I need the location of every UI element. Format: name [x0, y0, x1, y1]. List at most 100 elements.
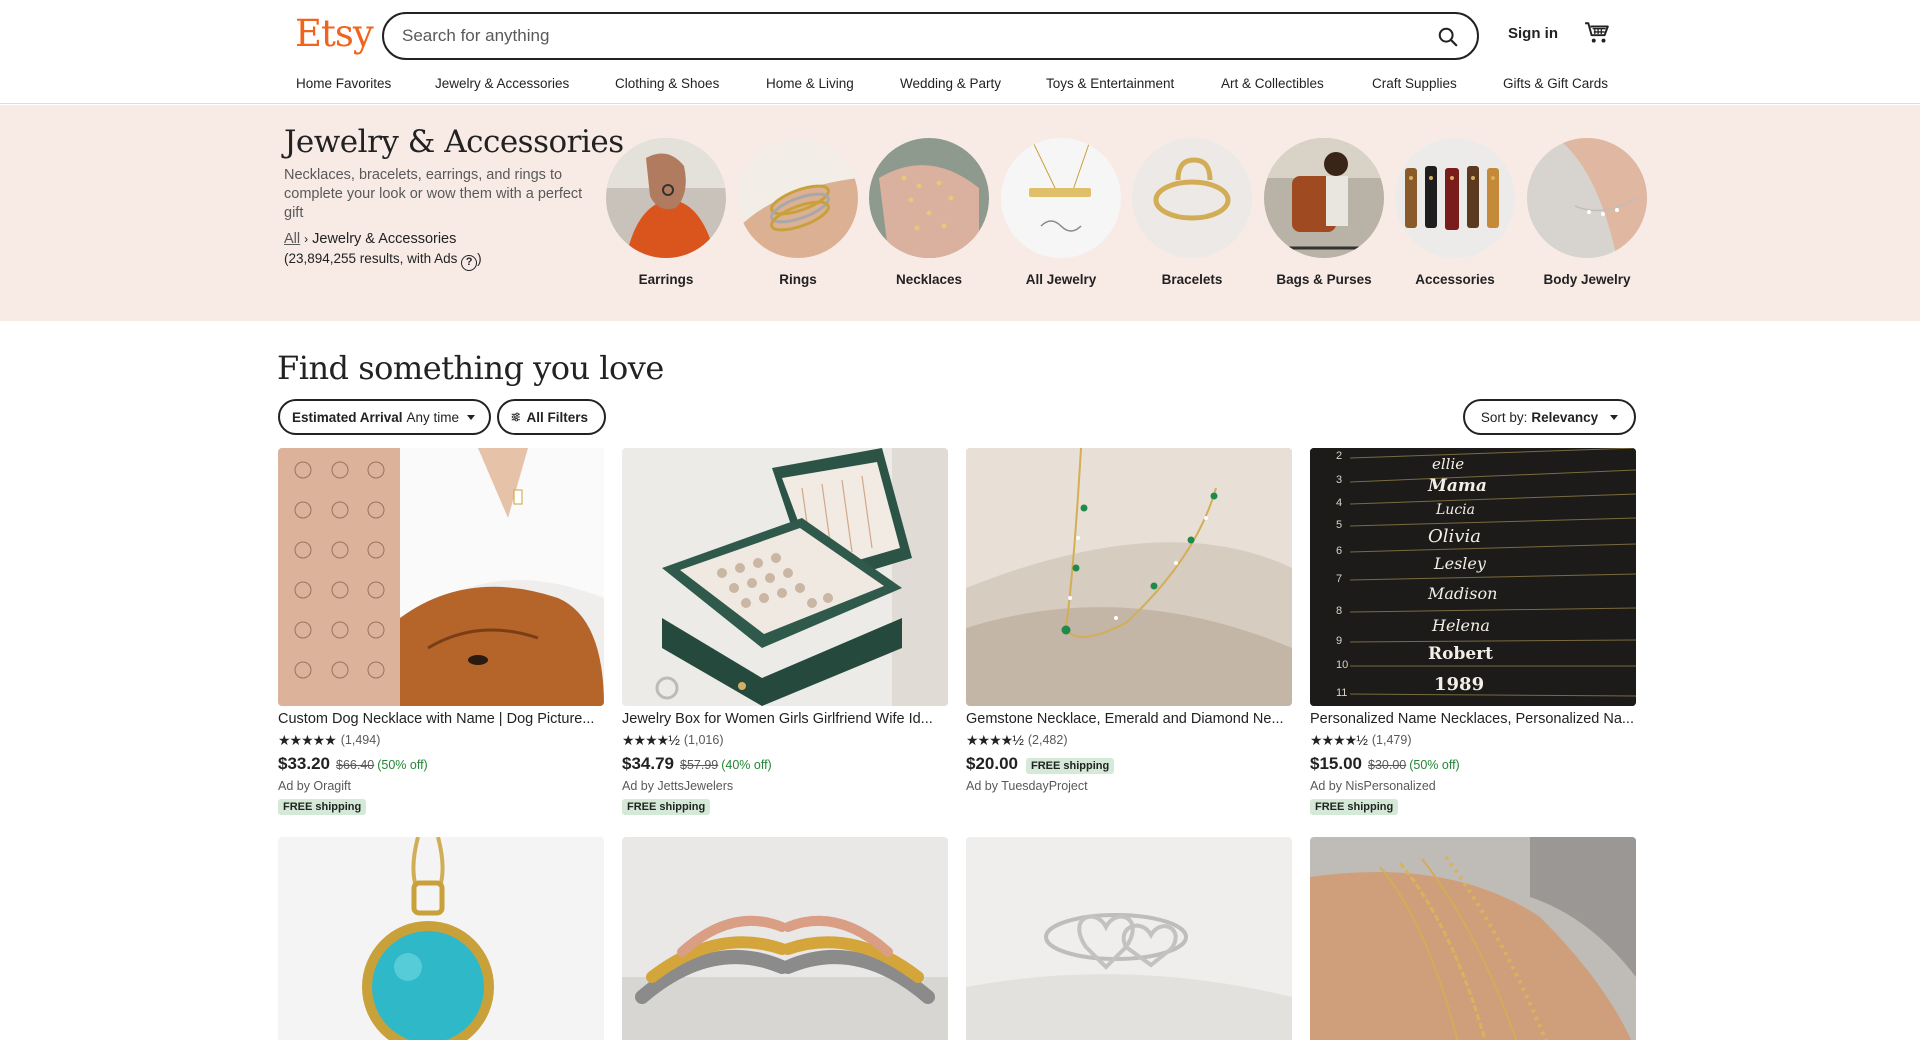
product-image[interactable]	[622, 837, 948, 1040]
site-header: Etsy Sign in Home Favorites Jewelry & Ac…	[0, 0, 1920, 104]
nav-toys-entertainment[interactable]: Toys & Entertainment	[1046, 76, 1174, 91]
sale-price: $20.00	[966, 754, 1018, 773]
search-input[interactable]	[402, 14, 1382, 58]
earrings-image	[606, 138, 726, 258]
necklace-name: Madison	[1428, 584, 1498, 603]
nav-gifts-gift-cards[interactable]: Gifts & Gift Cards	[1503, 76, 1608, 91]
nav-clothing-shoes[interactable]: Clothing & Shoes	[615, 76, 719, 91]
filter-value: Any time	[406, 409, 460, 425]
category-label: Body Jewelry	[1543, 272, 1631, 287]
star-rating-icon: ★★★★½	[1310, 731, 1368, 748]
free-shipping-badge: FREE shipping	[278, 799, 367, 815]
estimated-arrival-filter[interactable]: Estimated Arrival Any time	[278, 399, 491, 435]
product-card[interactable]: Jewelry Box for Women Girls Girlfriend W…	[622, 448, 948, 815]
category-hero: Jewelry & Accessories Necklaces, bracele…	[0, 105, 1920, 321]
length-label: 4	[1336, 497, 1343, 509]
product-image[interactable]	[966, 837, 1292, 1040]
length-label: 2	[1336, 450, 1343, 462]
necklace-name: Helena	[1432, 616, 1490, 635]
length-label: 9	[1336, 635, 1343, 647]
nav-home-living[interactable]: Home & Living	[766, 76, 854, 91]
category-nav: Home Favorites Jewelry & Accessories Clo…	[0, 76, 1920, 102]
product-image[interactable]	[966, 448, 1292, 706]
necklace-name: Lesley	[1434, 554, 1486, 573]
length-label: 6	[1336, 545, 1343, 557]
ad-shop[interactable]: Ad by Oragift	[278, 779, 604, 793]
product-rating: ★★★★★ (1,494)	[278, 732, 604, 748]
product-rating: ★★★★½ (1,016)	[622, 732, 948, 748]
category-label: All Jewelry	[1025, 272, 1097, 287]
sign-in-link[interactable]: Sign in	[1508, 25, 1558, 42]
product-card[interactable]: Gemstone Necklace, Emerald and Diamond N…	[966, 448, 1292, 793]
star-rating-icon: ★★★★★	[278, 731, 337, 748]
product-title[interactable]: Custom Dog Necklace with Name | Dog Pict…	[278, 711, 604, 727]
breadcrumb-all-link[interactable]: All	[284, 231, 300, 247]
original-price: $57.99	[680, 758, 719, 772]
nav-craft-supplies[interactable]: Craft Supplies	[1372, 76, 1457, 91]
cart-button[interactable]	[1584, 20, 1614, 50]
original-price: $30.00	[1368, 758, 1407, 772]
product-image[interactable]	[622, 448, 948, 706]
bags-purses-image	[1264, 138, 1384, 258]
review-count: (2,482)	[1027, 733, 1068, 747]
results-text: (23,894,255 results, with Ads	[284, 251, 458, 266]
length-label: 8	[1336, 605, 1343, 617]
category-necklaces[interactable]: Necklaces	[869, 138, 989, 287]
product-title[interactable]: Jewelry Box for Women Girls Girlfriend W…	[622, 711, 948, 727]
category-bags-purses[interactable]: Bags & Purses	[1264, 138, 1384, 287]
nav-wedding-party[interactable]: Wedding & Party	[900, 76, 1001, 91]
sale-price: $33.20	[278, 754, 330, 773]
discount-text: (40% off)	[721, 758, 772, 772]
breadcrumb: All › Jewelry & Accessories	[284, 231, 456, 247]
category-body-jewelry[interactable]: Body Jewelry	[1527, 138, 1647, 287]
caret-down-icon	[467, 414, 476, 420]
product-title[interactable]: Gemstone Necklace, Emerald and Diamond N…	[966, 711, 1292, 727]
category-bracelets[interactable]: Bracelets	[1132, 138, 1252, 287]
product-image[interactable]	[1310, 837, 1636, 1040]
length-label: 10	[1336, 659, 1349, 671]
search-button[interactable]	[1433, 22, 1463, 52]
product-title[interactable]: Personalized Name Necklaces, Personalize…	[1310, 711, 1636, 727]
sale-price: $34.79	[622, 754, 674, 773]
help-icon[interactable]: ?	[461, 255, 478, 271]
page-title: Jewelry & Accessories	[284, 124, 624, 160]
necklace-name: ellie	[1432, 455, 1465, 473]
necklace-name: 1989	[1434, 674, 1485, 695]
price-row: $33.20 $66.40 (50% off)	[278, 754, 604, 774]
ad-shop[interactable]: Ad by NisPersonalized	[1310, 779, 1636, 793]
cart-icon	[1585, 22, 1609, 43]
category-rings[interactable]: Rings	[738, 138, 858, 287]
category-label: Rings	[779, 272, 817, 287]
category-earrings[interactable]: Earrings	[606, 138, 726, 287]
category-all-jewelry[interactable]: All Jewelry	[1001, 138, 1121, 287]
product-rating: ★★★★½ (1,479)	[1310, 732, 1636, 748]
etsy-logo[interactable]: Etsy	[295, 12, 374, 55]
product-image[interactable]: 2 3 4 5 6 7 8 9 10 11 ellie Mama Lucia O…	[1310, 448, 1636, 706]
accessories-image	[1395, 138, 1515, 258]
category-accessories[interactable]: Accessories	[1395, 138, 1515, 287]
ad-shop[interactable]: Ad by TuesdayProject	[966, 779, 1292, 793]
necklace-name: Lucia	[1436, 502, 1475, 518]
product-image[interactable]	[278, 448, 604, 706]
sort-value: Relevancy	[1531, 409, 1599, 425]
all-filters-label: All Filters	[526, 409, 588, 425]
necklace-name: Robert	[1428, 644, 1493, 664]
nav-home-favorites[interactable]: Home Favorites	[296, 76, 391, 91]
sort-label: Sort by:	[1480, 409, 1528, 425]
product-image[interactable]	[278, 837, 604, 1040]
ad-shop[interactable]: Ad by JettsJewelers	[622, 779, 948, 793]
nav-jewelry-accessories[interactable]: Jewelry & Accessories	[435, 76, 569, 91]
body-jewelry-image	[1527, 138, 1647, 258]
category-label: Bags & Purses	[1276, 272, 1372, 287]
discount-text: (50% off)	[377, 758, 428, 772]
search-bar[interactable]	[382, 12, 1479, 60]
sort-dropdown[interactable]: Sort by: Relevancy	[1463, 399, 1636, 435]
necklace-name: Mama	[1428, 476, 1487, 496]
length-label: 7	[1336, 573, 1343, 585]
product-card[interactable]: Custom Dog Necklace with Name | Dog Pict…	[278, 448, 604, 815]
bracelets-image	[1132, 138, 1252, 258]
price-row: $15.00 $30.00 (50% off)	[1310, 754, 1636, 774]
product-card[interactable]: 2 3 4 5 6 7 8 9 10 11 ellie Mama Lucia O…	[1310, 448, 1636, 815]
nav-art-collectibles[interactable]: Art & Collectibles	[1221, 76, 1324, 91]
all-filters-button[interactable]: All Filters	[497, 399, 606, 435]
